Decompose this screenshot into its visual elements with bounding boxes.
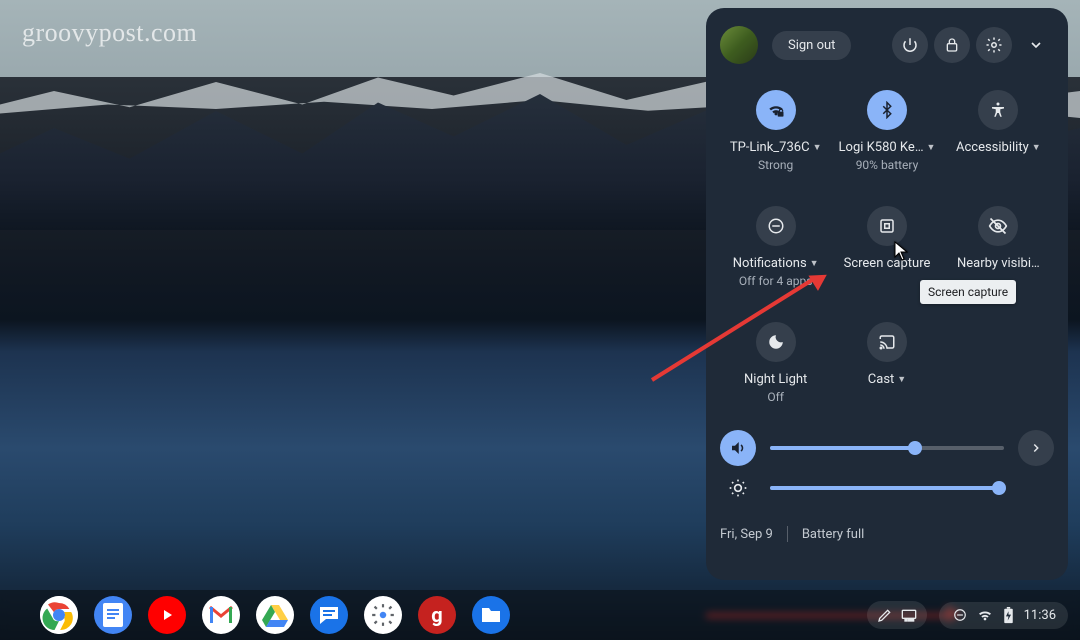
dnd-tray-icon (953, 608, 967, 622)
app-settings[interactable] (364, 596, 402, 634)
avatar[interactable] (720, 26, 758, 64)
night-light-tile[interactable]: Night Light Off (720, 322, 831, 404)
screen-capture-icon (867, 206, 907, 246)
brightness-icon[interactable] (720, 470, 756, 506)
wifi-icon (756, 90, 796, 130)
chevron-down-icon: ▼ (1032, 142, 1041, 153)
watermark: groovypost.com (22, 18, 197, 48)
accessibility-icon (978, 90, 1018, 130)
app-docs[interactable] (94, 596, 132, 634)
virtual-desks-icon (901, 608, 917, 622)
audio-settings-icon[interactable] (1018, 430, 1054, 466)
night-light-sub: Off (720, 390, 831, 404)
bluetooth-sub: 90% battery (831, 158, 942, 172)
bluetooth-tile[interactable]: Logi K580 Ke…▼ 90% battery (831, 90, 942, 172)
battery-status: Battery full (802, 527, 864, 542)
quick-toggle-grid: TP-Link_736C▼ Strong Logi K580 Ke…▼ 90% … (720, 90, 1054, 404)
cast-label: Cast (868, 372, 895, 387)
panel-footer: Fri, Sep 9 Battery full (720, 526, 1054, 542)
cast-tile[interactable]: Cast▼ (831, 322, 942, 404)
screen-capture-tile[interactable]: Screen capture (831, 206, 942, 288)
nearby-label: Nearby visibi… (957, 256, 1040, 271)
panel-header: Sign out (720, 26, 1054, 64)
chevron-down-icon: ▼ (927, 142, 936, 153)
lock-icon[interactable] (934, 27, 970, 63)
tray-time: 11:36 (1024, 608, 1056, 623)
night-light-label: Night Light (744, 372, 807, 387)
chevron-down-icon: ▼ (897, 374, 906, 385)
accessibility-label: Accessibility (956, 140, 1029, 155)
wifi-sub: Strong (720, 158, 831, 172)
tray-pins[interactable] (867, 601, 927, 629)
accessibility-tile[interactable]: Accessibility▼ (943, 90, 1054, 172)
cast-icon (867, 322, 907, 362)
bluetooth-label: Logi K580 Ke… (839, 140, 924, 155)
volume-row (720, 428, 1054, 468)
power-icon[interactable] (892, 27, 928, 63)
shelf-apps: g (40, 596, 510, 634)
tooltip: Screen capture (920, 280, 1016, 304)
night-light-icon (756, 322, 796, 362)
battery-tray-icon (1003, 607, 1014, 624)
volume-icon[interactable] (720, 430, 756, 466)
chevron-down-icon: ▼ (810, 258, 819, 269)
app-files[interactable] (472, 596, 510, 634)
volume-slider[interactable] (770, 446, 1004, 450)
status-tray[interactable]: 11:36 (939, 602, 1068, 629)
app-gmail[interactable] (202, 596, 240, 634)
app-youtube[interactable] (148, 596, 186, 634)
notifications-label: Notifications (733, 256, 807, 271)
sliders (720, 428, 1054, 508)
stylus-icon (877, 607, 893, 623)
chevron-down-icon: ▼ (813, 142, 822, 153)
collapse-chevron-icon[interactable] (1018, 27, 1054, 63)
nearby-visibility-tile[interactable]: Nearby visibi… (943, 206, 1054, 288)
panel-date: Fri, Sep 9 (720, 527, 773, 542)
mouse-cursor-icon (894, 241, 908, 261)
brightness-slider[interactable] (770, 486, 1004, 490)
brightness-row (720, 468, 1054, 508)
wifi-tray-icon (977, 608, 993, 622)
sign-out-button[interactable]: Sign out (772, 31, 851, 60)
wifi-label: TP-Link_736C (730, 140, 810, 155)
footer-divider (787, 526, 788, 542)
dnd-icon (756, 206, 796, 246)
app-chrome[interactable] (40, 596, 78, 634)
app-g-circle[interactable]: g (418, 596, 456, 634)
app-drive[interactable] (256, 596, 294, 634)
screen-capture-label: Screen capture (844, 256, 931, 272)
shelf: g 11:36 (0, 590, 1080, 640)
app-messages[interactable] (310, 596, 348, 634)
wifi-tile[interactable]: TP-Link_736C▼ Strong (720, 90, 831, 172)
visibility-off-icon (978, 206, 1018, 246)
bluetooth-icon (867, 90, 907, 130)
gear-icon[interactable] (976, 27, 1012, 63)
